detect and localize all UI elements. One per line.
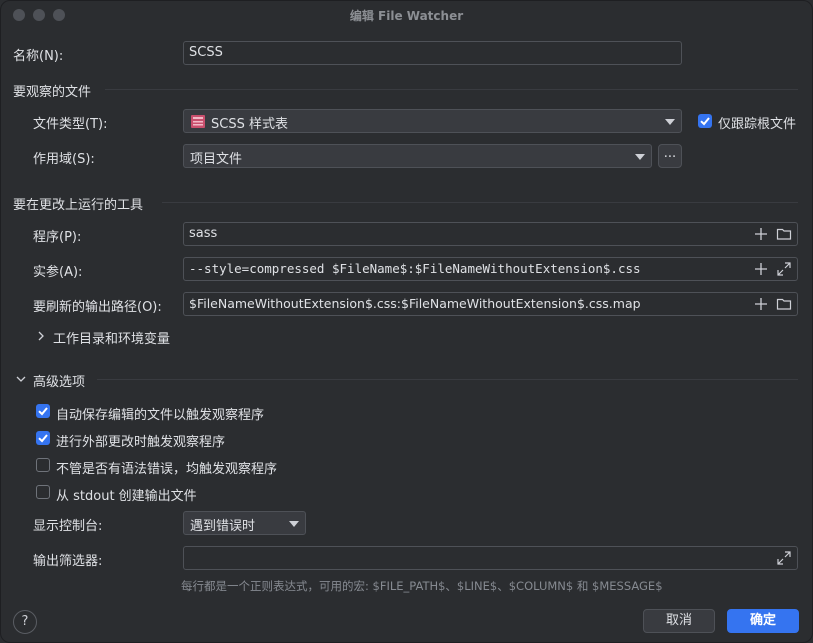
- chevron-right-icon[interactable]: [33, 328, 49, 344]
- output-paths-value: $FileNameWithoutExtension$.css:$FileName…: [189, 296, 641, 311]
- plus-icon[interactable]: [753, 226, 769, 242]
- chevron-down-icon[interactable]: [13, 371, 29, 387]
- checkmark-icon: [38, 407, 48, 416]
- dropdown-arrow-icon: [289, 521, 299, 527]
- file-type-dropdown[interactable]: SCSS 样式表: [183, 109, 682, 133]
- dialog-title: 编辑 File Watcher: [349, 9, 464, 23]
- checkmark-icon: [700, 117, 710, 126]
- plus-icon[interactable]: [753, 261, 769, 277]
- advanced-section-separator: [97, 379, 798, 380]
- syntax-error-label: 不管是否有语法错误，均触发观察程序: [56, 462, 278, 477]
- file-type-value: SCSS 样式表: [211, 117, 288, 132]
- help-icon[interactable]: ?: [13, 610, 37, 634]
- output-filter-hint: 每行都是一个正则表达式，可用的宏: $FILE_PATH$、$LINE$、$CO…: [181, 579, 663, 593]
- console-label: 显示控制台:: [33, 519, 103, 534]
- title-bar: 编辑 File Watcher: [1, 1, 812, 29]
- folder-icon[interactable]: [776, 296, 792, 312]
- name-value: SCSS: [189, 45, 223, 60]
- scope-value: 项目文件: [190, 152, 243, 167]
- scope-label: 作用域(S):: [33, 152, 95, 167]
- name-field[interactable]: SCSS: [183, 41, 682, 65]
- expand-icon[interactable]: [776, 261, 792, 277]
- args-value: --style=compressed $FileName$:$FileNameW…: [189, 261, 641, 276]
- ok-button[interactable]: 确定: [727, 609, 799, 633]
- args-field[interactable]: --style=compressed $FileName$:$FileNameW…: [183, 257, 798, 281]
- track-root-label: 仅跟踪根文件: [718, 117, 797, 132]
- files-section-title: 要观察的文件: [13, 85, 92, 100]
- workdir-env-toggle[interactable]: 工作目录和环境变量: [53, 328, 170, 347]
- program-label: 程序(P):: [33, 230, 82, 245]
- syntax-error-checkbox[interactable]: [36, 458, 50, 472]
- external-change-checkbox[interactable]: [36, 431, 50, 445]
- console-value: 遇到错误时: [190, 519, 256, 534]
- output-filter-field[interactable]: [183, 546, 798, 570]
- scope-dropdown[interactable]: 项目文件: [183, 144, 652, 168]
- file-type-label: 文件类型(T):: [33, 117, 108, 132]
- name-label: 名称(N):: [13, 49, 64, 64]
- folder-icon[interactable]: [776, 226, 792, 242]
- expand-icon[interactable]: [776, 550, 792, 566]
- track-root-checkbox[interactable]: [698, 114, 712, 128]
- dropdown-arrow-icon: [665, 119, 675, 125]
- scope-more-button[interactable]: ...: [658, 144, 682, 168]
- program-field[interactable]: sass: [183, 222, 798, 246]
- external-change-label: 进行外部更改时触发观察程序: [56, 435, 226, 450]
- stdout-output-checkbox[interactable]: [36, 485, 50, 499]
- output-paths-field[interactable]: $FileNameWithoutExtension$.css:$FileName…: [183, 292, 798, 316]
- scss-file-icon: [191, 115, 205, 128]
- program-value: sass: [189, 226, 218, 241]
- args-label: 实参(A):: [33, 265, 83, 280]
- console-dropdown[interactable]: 遇到错误时: [183, 511, 306, 535]
- output-filter-label: 输出筛选器:: [33, 554, 103, 569]
- checkmark-icon: [38, 434, 48, 443]
- advanced-section-title[interactable]: 高级选项: [33, 371, 85, 390]
- output-paths-label: 要刷新的输出路径(O):: [33, 300, 162, 315]
- tool-section-separator: [162, 202, 798, 203]
- tool-section-title: 要在更改上运行的工具: [13, 198, 144, 213]
- file-watcher-dialog: 编辑 File Watcher 名称(N): SCSS 要观察的文件 文件类型(…: [0, 0, 813, 643]
- plus-icon[interactable]: [753, 296, 769, 312]
- files-section-separator: [105, 89, 798, 90]
- dropdown-arrow-icon: [635, 154, 645, 160]
- cancel-button[interactable]: 取消: [643, 609, 715, 633]
- autosave-label: 自动保存编辑的文件以触发观察程序: [56, 408, 265, 423]
- autosave-checkbox[interactable]: [36, 404, 50, 418]
- stdout-output-label: 从 stdout 创建输出文件: [56, 489, 197, 504]
